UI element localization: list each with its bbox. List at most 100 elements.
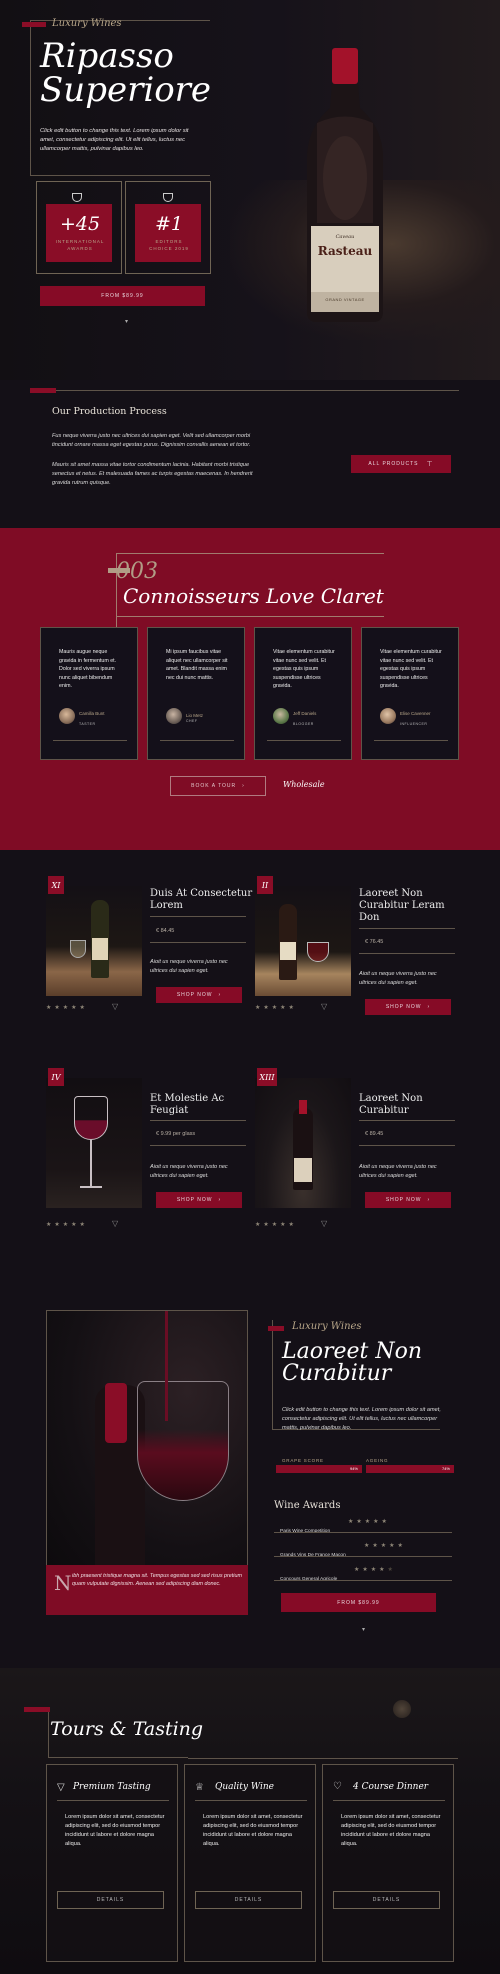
product-stars: ★★★★★: [46, 1005, 88, 1011]
testimonial-role: INFLUENCER: [400, 722, 428, 726]
tour-card-text: Lorem ipsum dolor sit amet, consectetur …: [65, 1814, 165, 1847]
testimonial-card: Vitae elementum curabitur vitae nunc sed…: [361, 627, 459, 760]
bottle-label-top: Caveau: [335, 234, 355, 240]
tours-marker: [24, 1707, 50, 1712]
tour-card: ♕ Quality Wine Lorem ipsum dolor sit ame…: [184, 1764, 316, 1962]
wine-glass-shape: [74, 1096, 108, 1140]
product-numeral: XIII: [259, 1072, 275, 1082]
product-stars: ★★★★★: [46, 1222, 88, 1228]
bottle-capsule: [105, 1383, 127, 1443]
product-divider: [150, 1145, 246, 1146]
bottle-label-shape: [280, 942, 296, 960]
tour-card-title: Premium Tasting: [73, 1782, 151, 1792]
aging-value: 74%: [441, 1466, 450, 1471]
product-numeral-badge: XI: [48, 876, 64, 894]
bottle-label-shape: [92, 938, 108, 960]
hero-intro: Click edit button to change this text. L…: [40, 128, 189, 152]
wine-pour: [165, 1311, 168, 1421]
details-button[interactable]: DETAILS: [57, 1891, 164, 1909]
tours-title-line: [188, 1758, 458, 1759]
wholesale-link[interactable]: Wholesale: [283, 780, 325, 789]
avatar: [166, 708, 182, 724]
product-price: € 84.45: [156, 928, 175, 934]
tour-card-text: Lorem ipsum dolor sit amet, consectetur …: [341, 1814, 441, 1847]
testimonials-number: 003: [116, 559, 158, 584]
wine-glass-icon[interactable]: ▽: [112, 1219, 118, 1228]
tours-title: Tours & Tasting: [50, 1718, 204, 1740]
award-2-label-l2: CHOICE 2019: [149, 246, 189, 251]
wine-awards-title: Wine Awards: [274, 1500, 341, 1511]
wine-glass-shape: [137, 1381, 229, 1501]
feature-section: N ibh praesent tristique magna sit. Temp…: [0, 1290, 500, 1668]
shop-now-label: SHOP NOW: [176, 992, 213, 998]
award-row: Concours General Agricole ★★★★★: [280, 1567, 456, 1582]
product-numeral-badge: II: [257, 876, 273, 894]
feature-intro: Click edit button to change this text. L…: [282, 1407, 441, 1431]
shop-now-button[interactable]: SHOP NOW ›: [365, 999, 451, 1015]
glass-base: [80, 1186, 102, 1188]
award-divider: [274, 1556, 452, 1557]
details-button[interactable]: DETAILS: [333, 1891, 440, 1909]
details-button[interactable]: DETAILS: [195, 1891, 302, 1909]
feature-image: [46, 1310, 248, 1581]
product-numeral: XI: [51, 880, 61, 890]
product-card: IV ★★★★★ ▽ Et Molestie Ac Feugiat € 9.99…: [46, 1068, 246, 1268]
product-description: Aioit us neque viverra justo nec ultrice…: [150, 959, 228, 974]
bottle-capsule: [299, 1100, 307, 1114]
tour-card-underline: [57, 1800, 169, 1801]
product-divider: [359, 928, 455, 929]
product-name-line1: Laoreet Non: [359, 1093, 423, 1104]
shop-now-label: SHOP NOW: [176, 1197, 213, 1203]
wine-glass-icon[interactable]: ▽: [112, 1002, 118, 1011]
card-divider: [374, 740, 448, 741]
all-products-button[interactable]: ALL PRODUCTS ⊤: [351, 455, 451, 473]
chevron-down-icon[interactable]: ▾: [125, 318, 128, 325]
wine-bottle-image: [307, 48, 383, 322]
testimonial-role: CHEF: [186, 719, 198, 723]
arrow-right-icon: ›: [242, 783, 245, 789]
product-numeral-badge: IV: [48, 1068, 64, 1086]
tour-card-title: 4 Course Dinner: [353, 1782, 429, 1792]
testimonials-title-underline: [116, 616, 384, 617]
award-1-value: +45: [59, 213, 101, 235]
aging-bar-fill: 74%: [366, 1465, 454, 1473]
trophy-icon: ♕: [195, 1782, 204, 1793]
chevron-down-icon[interactable]: ▾: [362, 1626, 365, 1633]
avatar: [59, 708, 75, 724]
product-description: Aioit us neque viverra justo nec ultrice…: [359, 971, 437, 986]
arrow-right-icon: ›: [427, 1197, 431, 1203]
trophy-icon: [72, 193, 82, 202]
wine-glass-shape: [307, 942, 329, 962]
card-divider: [160, 740, 234, 741]
grape-score-bar-fill: 94%: [276, 1465, 362, 1473]
products-section: XI ★★★★★ ▽ Duis At Consectetur Lorem € 8…: [0, 850, 500, 1290]
award-divider: [274, 1580, 452, 1581]
product-divider: [359, 953, 455, 954]
shop-now-button[interactable]: SHOP NOW ›: [156, 987, 242, 1003]
product-image: [255, 1078, 351, 1208]
hero-title-line2: Superiore: [40, 70, 212, 110]
feature-brand-marker: [268, 1326, 284, 1331]
shop-now-button[interactable]: SHOP NOW ›: [365, 1192, 451, 1208]
feature-cta-button[interactable]: FROM $89.99: [281, 1593, 436, 1612]
wine-glass-icon[interactable]: ▽: [321, 1219, 327, 1228]
hero-cta-button[interactable]: FROM $89.99: [40, 286, 205, 306]
grape-score-bar-track: 94%: [276, 1465, 362, 1473]
product-price: € 9.99 per glass: [156, 1131, 196, 1137]
product-image: [255, 886, 351, 996]
arrow-right-icon: ›: [427, 1004, 431, 1010]
tour-card: ♡ 4 Course Dinner Lorem ipsum dolor sit …: [322, 1764, 454, 1962]
product-name-line2: Curabitur: [359, 1105, 409, 1116]
production-marker: [30, 388, 56, 393]
testimonial-role: BLOGGER: [293, 722, 314, 726]
shop-now-label: SHOP NOW: [385, 1197, 422, 1203]
card-divider: [53, 740, 127, 741]
product-name-line1: Laoreet Non: [359, 888, 423, 899]
tour-card-underline: [333, 1800, 445, 1801]
wine-glass-icon[interactable]: ▽: [321, 1002, 327, 1011]
production-title: Our Production Process: [52, 406, 167, 417]
testimonial-text: Vitae elementum curabitur vitae nunc sed…: [273, 649, 335, 689]
shop-now-button[interactable]: SHOP NOW ›: [156, 1192, 242, 1208]
product-divider: [150, 1120, 246, 1121]
book-tour-button[interactable]: BOOK A TOUR ›: [170, 776, 266, 796]
